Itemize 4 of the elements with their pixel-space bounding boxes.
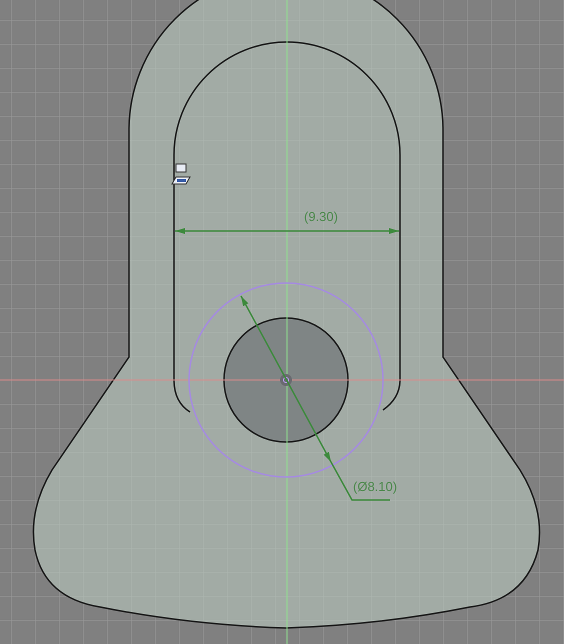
center-point-icon <box>280 374 292 386</box>
constraint-icon <box>171 164 191 184</box>
dimension-label[interactable]: (9.30) <box>304 209 338 224</box>
dimension-label[interactable]: (Ø8.10) <box>353 479 398 494</box>
